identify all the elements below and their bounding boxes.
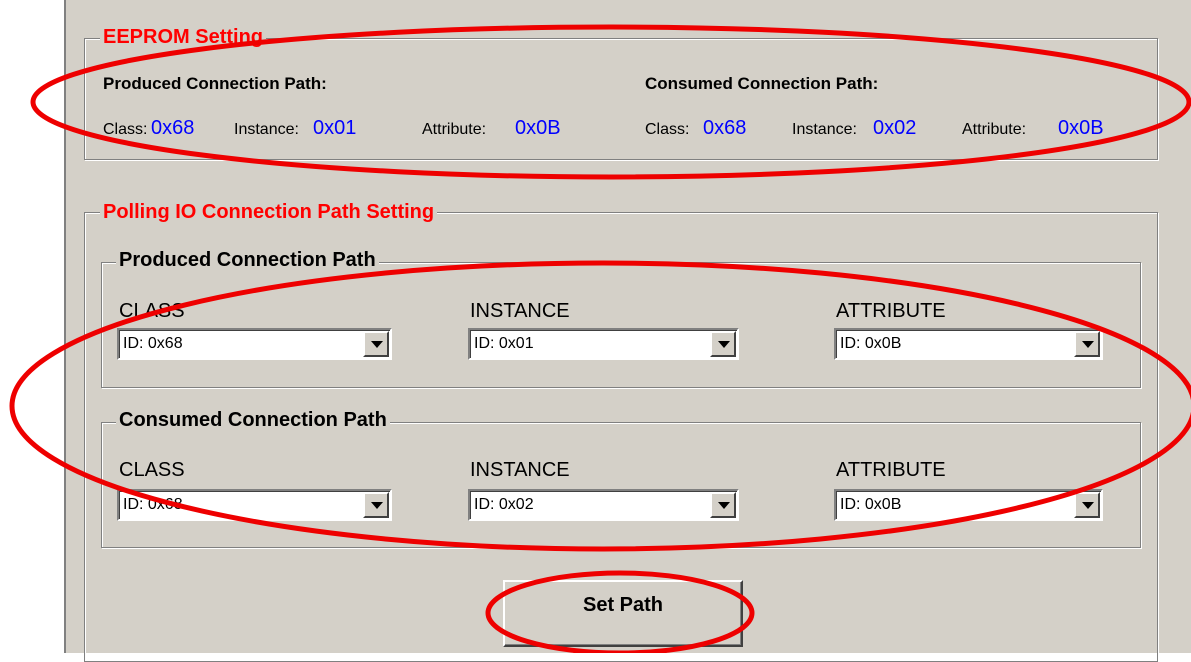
chevron-down-icon[interactable] — [1074, 331, 1100, 357]
consumed-class-select-value: ID: 0x68 — [123, 496, 183, 513]
polling-produced-legend: Produced Connection Path — [116, 250, 379, 270]
produced-class-select[interactable]: ID: 0x68 — [117, 328, 392, 360]
eeprom-produced-instance-label: Instance: — [234, 121, 299, 138]
chevron-down-icon[interactable] — [710, 331, 736, 357]
consumed-attribute-select-value: ID: 0x0B — [840, 496, 902, 513]
consumed-attribute-select[interactable]: ID: 0x0B — [834, 489, 1103, 521]
produced-attribute-label: ATTRIBUTE — [836, 300, 946, 322]
eeprom-produced-attribute-value: 0x0B — [515, 117, 561, 139]
app-root: EEPROM Setting Produced Connection Path:… — [0, 0, 1191, 662]
settings-panel: EEPROM Setting Produced Connection Path:… — [64, 0, 1191, 662]
consumed-attribute-label: ATTRIBUTE — [836, 459, 946, 481]
set-path-button-label: Set Path — [582, 594, 664, 616]
eeprom-setting-group — [84, 38, 1158, 160]
eeprom-produced-title: Produced Connection Path: — [103, 74, 327, 93]
eeprom-produced-attribute-label: Attribute: — [422, 121, 487, 138]
eeprom-produced-instance-value: 0x01 — [313, 117, 357, 139]
produced-attribute-select[interactable]: ID: 0x0B — [834, 328, 1103, 360]
eeprom-consumed-class-value: 0x68 — [703, 117, 747, 139]
produced-instance-label: INSTANCE — [470, 300, 570, 322]
consumed-instance-label: INSTANCE — [470, 459, 570, 481]
eeprom-consumed-class-label: Class: — [645, 121, 690, 138]
polling-consumed-legend: Consumed Connection Path — [116, 410, 390, 430]
produced-instance-select[interactable]: ID: 0x01 — [468, 328, 739, 360]
eeprom-setting-legend: EEPROM Setting — [100, 27, 267, 47]
eeprom-consumed-instance-label: Instance: — [792, 121, 857, 138]
consumed-class-select[interactable]: ID: 0x68 — [117, 489, 392, 521]
eeprom-consumed-attribute-label: Attribute: — [962, 121, 1027, 138]
consumed-class-label: CLASS — [119, 459, 185, 481]
chevron-down-icon[interactable] — [363, 331, 389, 357]
consumed-instance-select-value: ID: 0x02 — [474, 496, 534, 513]
eeprom-consumed-title: Consumed Connection Path: — [645, 74, 879, 93]
chevron-down-icon[interactable] — [710, 492, 736, 518]
polling-produced-group — [101, 262, 1141, 388]
eeprom-consumed-attribute-value: 0x0B — [1058, 117, 1104, 139]
eeprom-produced-class-label: Class: — [103, 121, 148, 138]
produced-class-label: CLASS — [119, 300, 185, 322]
eeprom-consumed-instance-value: 0x02 — [873, 117, 917, 139]
produced-class-select-value: ID: 0x68 — [123, 335, 183, 352]
polling-io-setting-legend: Polling IO Connection Path Setting — [100, 202, 438, 222]
set-path-button[interactable]: Set Path — [503, 580, 743, 647]
chevron-down-icon[interactable] — [363, 492, 389, 518]
polling-consumed-group — [101, 422, 1141, 548]
eeprom-produced-class-value: 0x68 — [151, 117, 195, 139]
produced-instance-select-value: ID: 0x01 — [474, 335, 534, 352]
consumed-instance-select[interactable]: ID: 0x02 — [468, 489, 739, 521]
produced-attribute-select-value: ID: 0x0B — [840, 335, 902, 352]
chevron-down-icon[interactable] — [1074, 492, 1100, 518]
